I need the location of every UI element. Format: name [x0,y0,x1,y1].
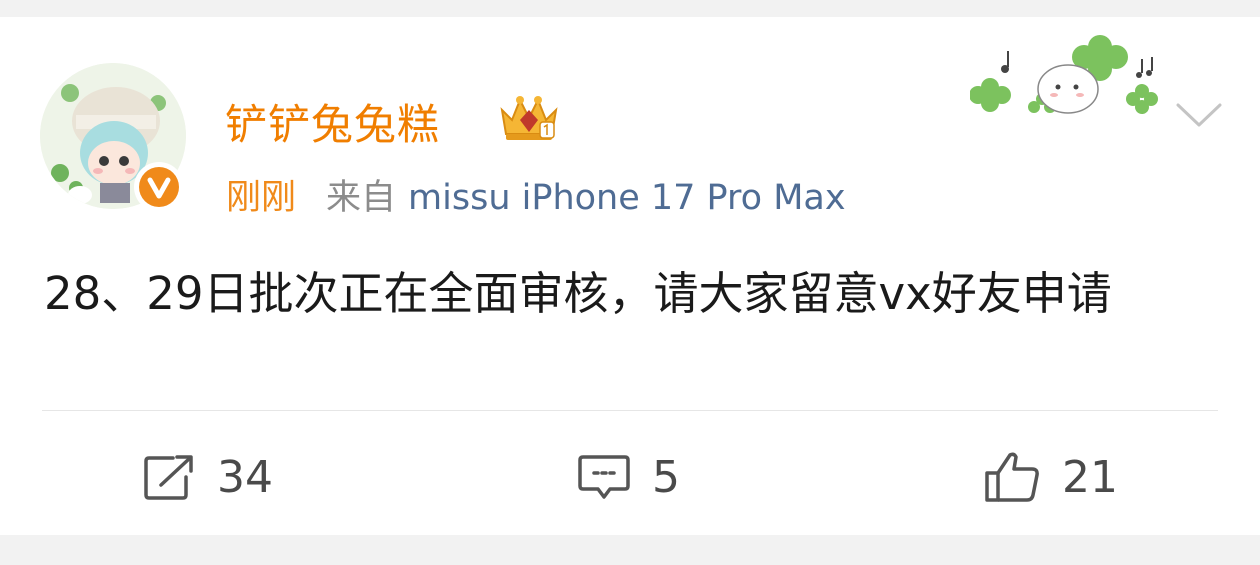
comment-count: 5 [652,451,680,503]
post-meta: 刚刚 来自 missu iPhone 17 Pro Max [226,169,846,220]
comment-icon [578,455,630,499]
card-decoration [969,29,1170,129]
chevron-down-icon[interactable] [1172,97,1226,135]
repost-icon [144,455,193,500]
crown-badge-icon[interactable] [496,90,562,144]
like-button[interactable]: 21 [984,447,1118,507]
thumbs-up-icon [985,452,1039,502]
repost-count: 34 [217,451,273,503]
post-content: 28、29日批次正在全面审核，请大家留意vx好友申请 [44,267,1112,320]
source-device[interactable]: missu iPhone 17 Pro Max [408,178,846,218]
comment-button[interactable]: 5 [578,447,680,507]
divider [42,410,1218,411]
like-count: 21 [1062,451,1118,503]
username[interactable]: 铲铲兔兔糕 [225,91,440,152]
repost-button[interactable]: 34 [143,447,273,507]
post-card: 铲铲兔兔糕 刚刚 来自 missu iPhone 17 Pro Max 28、2… [0,17,1260,535]
post-time: 刚刚 [226,178,297,218]
source-prefix: 来自 [326,178,397,218]
verified-v-icon [134,162,184,212]
